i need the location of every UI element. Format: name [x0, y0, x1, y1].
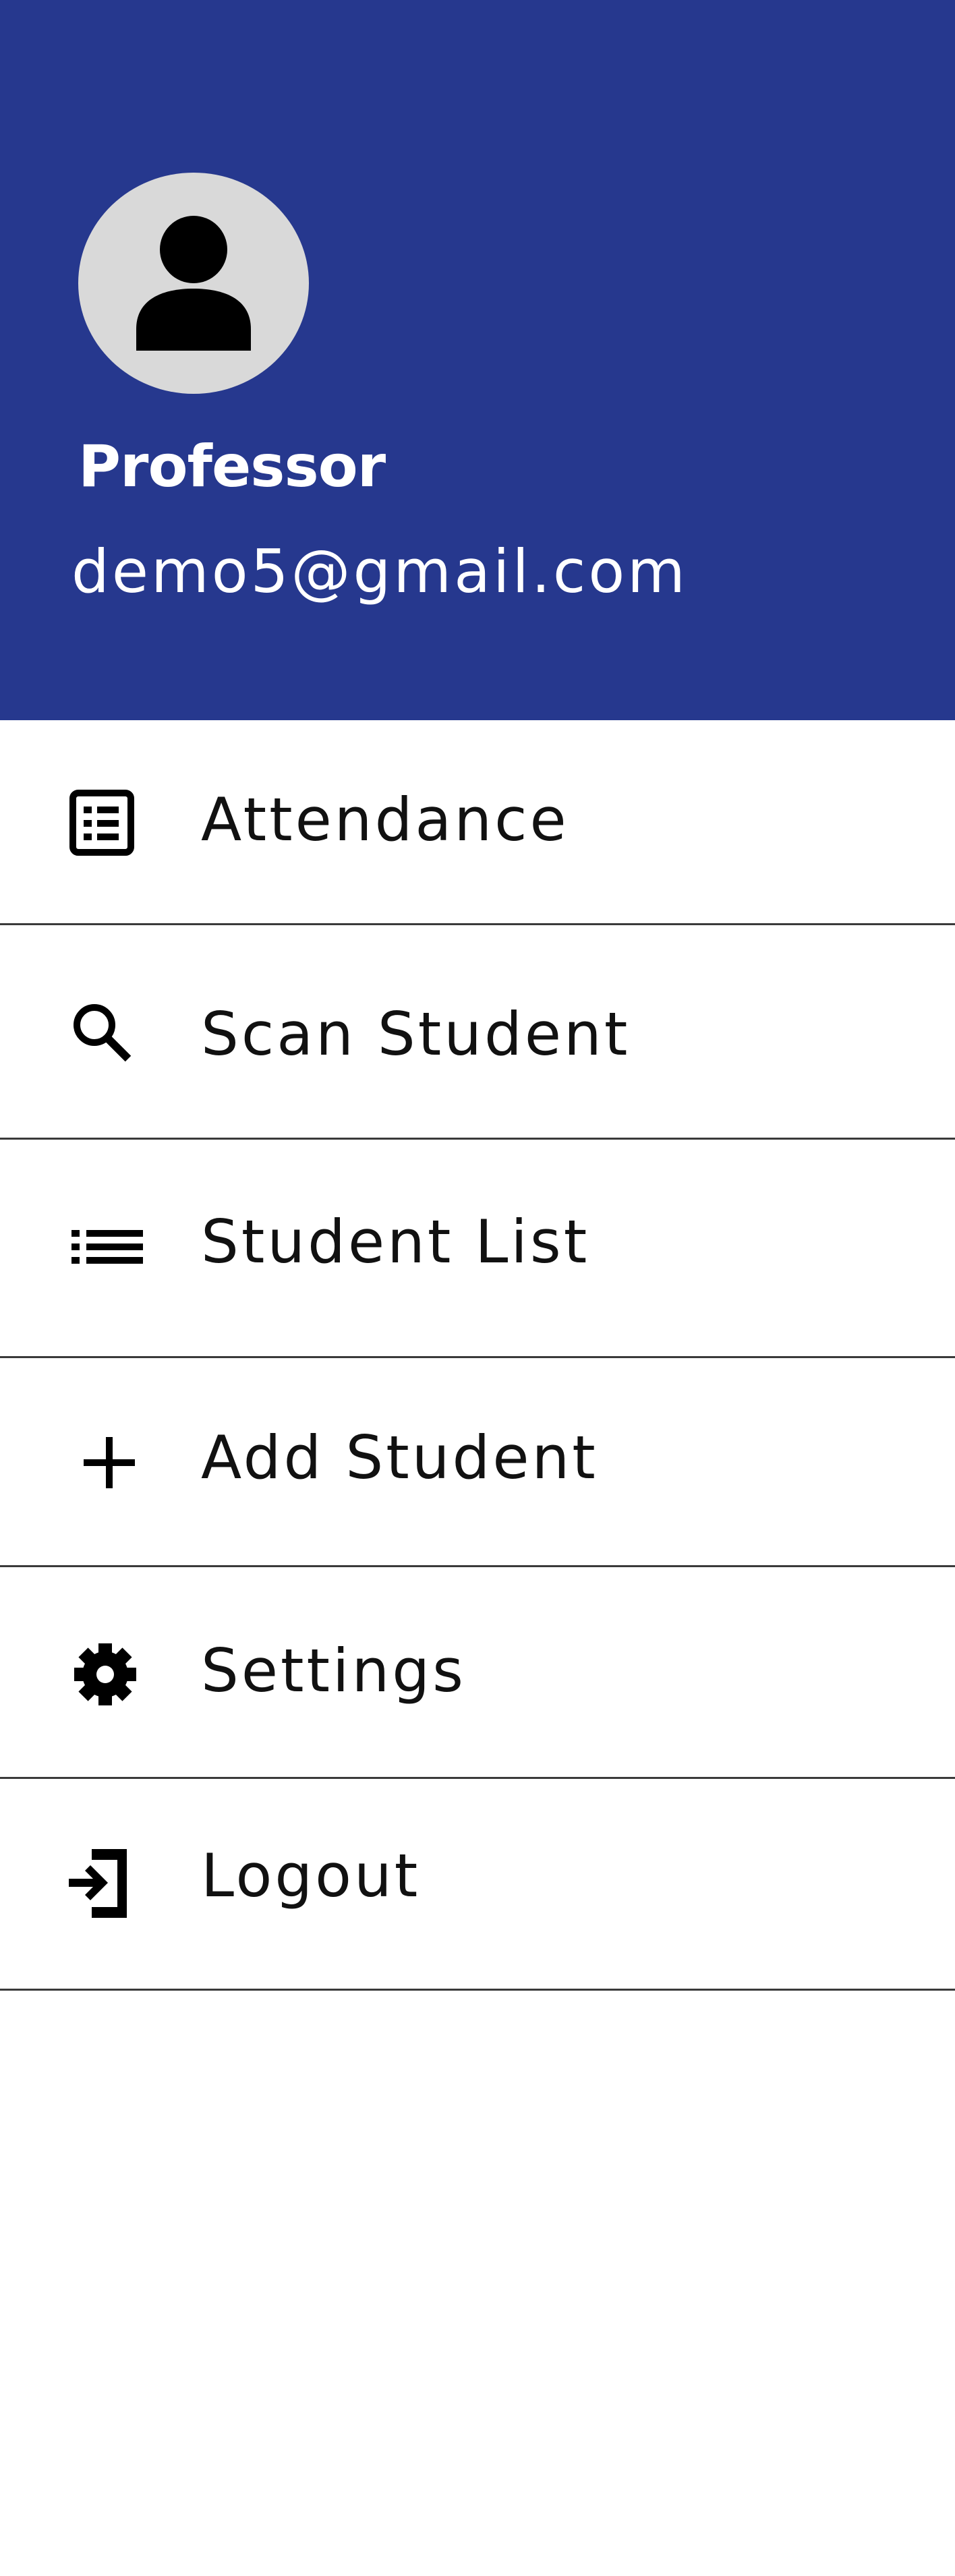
- person-icon: [136, 216, 251, 351]
- menu-item-label: Add Student: [201, 1423, 598, 1492]
- menu-item-label: Scan Student: [201, 999, 631, 1069]
- avatar: [78, 173, 309, 394]
- plus-icon: [66, 1426, 140, 1500]
- navigation-drawer: Professor demo5@gmail.com Attendance Sca…: [0, 0, 955, 2576]
- menu-item-logout[interactable]: Logout: [0, 1779, 955, 1991]
- menu-item-label: Attendance: [201, 785, 569, 854]
- menu-item-add-student[interactable]: Add Student: [0, 1358, 955, 1567]
- user-email: demo5@gmail.com: [71, 537, 688, 606]
- menu-item-label: Logout: [201, 1841, 421, 1910]
- search-icon: [66, 997, 140, 1071]
- drawer-menu: Attendance Scan Student Student List Add…: [0, 720, 955, 1991]
- drawer-header: Professor demo5@gmail.com: [0, 0, 955, 720]
- login-icon: [66, 1842, 140, 1918]
- list-alt-icon: [66, 786, 140, 860]
- list-icon: [66, 1210, 143, 1284]
- menu-item-scan-student[interactable]: Scan Student: [0, 925, 955, 1140]
- menu-item-label: Settings: [201, 1636, 466, 1705]
- menu-item-student-list[interactable]: Student List: [0, 1140, 955, 1358]
- menu-item-label: Student List: [201, 1207, 590, 1277]
- menu-item-attendance[interactable]: Attendance: [0, 720, 955, 925]
- menu-item-settings[interactable]: Settings: [0, 1567, 955, 1779]
- user-name: Professor: [78, 433, 386, 500]
- gear-icon: [66, 1637, 140, 1711]
